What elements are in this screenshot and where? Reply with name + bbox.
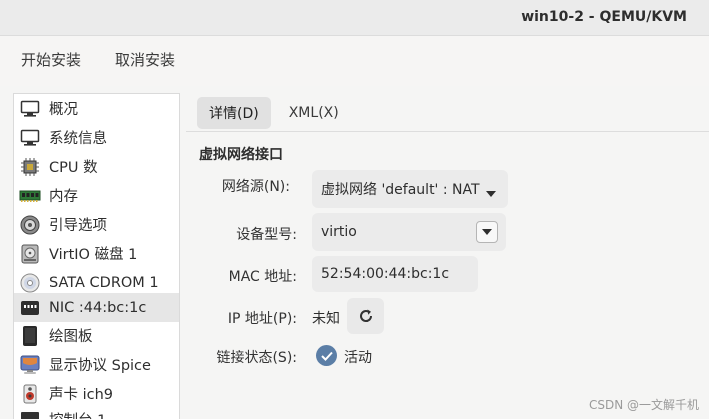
watermark-text: CSDN @一文解千机 [588, 398, 699, 412]
console-icon [19, 409, 41, 419]
tab-xml[interactable]: XML(X) [277, 97, 351, 129]
device-model-dropdown-button[interactable] [476, 221, 498, 243]
refresh-ip-button[interactable] [347, 298, 384, 334]
sidebar-item-tablet[interactable]: 绘图板 [14, 321, 179, 350]
checkmark-icon [320, 351, 333, 361]
sidebar-item-label: VirtIO 磁盘 1 [49, 247, 138, 263]
dropdown-arrow-icon [486, 185, 496, 201]
window-title: win10-2 - QEMU/KVM [521, 9, 687, 25]
network-card-icon [19, 297, 41, 319]
sidebar-item-label: 控制台 1 [49, 409, 106, 419]
memory-module-icon [19, 185, 41, 207]
sidebar-item-label: 概况 [49, 102, 78, 118]
display-icon [19, 354, 41, 376]
monitor-info-icon [19, 127, 41, 149]
sidebar-item-label: 声卡 ich9 [49, 387, 114, 403]
device-model-value: virtio [321, 224, 357, 240]
network-source-label: 网络源(N): [221, 179, 290, 195]
sidebar-item-label: 绘图板 [49, 329, 93, 345]
speaker-icon [19, 383, 41, 405]
section-title: 虚拟网络接口 [199, 147, 283, 163]
device-model-label: 设备型号: [236, 227, 297, 243]
sidebar-item-cpu[interactable]: CPU 数 [14, 152, 179, 181]
sidebar-item-label: NIC :44:bc:1c [49, 299, 147, 316]
link-state-value: 活动 [344, 350, 372, 366]
sidebar-item-label: 引导选项 [49, 218, 107, 234]
sidebar-item-virtio-disk[interactable]: VirtIO 磁盘 1 [14, 239, 179, 268]
sidebar-item-label: 内存 [49, 189, 78, 205]
sidebar-item-overview[interactable]: 概况 [14, 94, 179, 123]
ip-address-label: IP 地址(P): [227, 311, 297, 327]
network-source-value: 虚拟网络 'default' : NAT [321, 182, 480, 198]
sidebar-item-sound-ich9[interactable]: 声卡 ich9 [14, 379, 179, 408]
disk-icon [19, 243, 41, 265]
dropdown-arrow-icon [482, 229, 492, 235]
hardware-list: 概况 系统信息 CPU 数 内存 引导选项 VirtIO 磁盘 1 SATA C… [13, 93, 180, 419]
sidebar-item-console[interactable]: 控制台 1 [14, 405, 179, 419]
sidebar-item-nic[interactable]: NIC :44:bc:1c [14, 293, 179, 322]
monitor-icon [19, 98, 41, 120]
sidebar-item-system-info[interactable]: 系统信息 [14, 123, 179, 152]
sidebar-item-label: SATA CDROM 1 [49, 274, 159, 291]
sidebar-item-label: CPU 数 [49, 160, 98, 176]
sidebar-item-label: 显示协议 Spice [49, 358, 151, 374]
sidebar-item-display-spice[interactable]: 显示协议 Spice [14, 350, 179, 379]
toolbar: 开始安装 取消安装 [0, 36, 709, 86]
sidebar-item-memory[interactable]: 内存 [14, 181, 179, 210]
sidebar-item-boot-options[interactable]: 引导选项 [14, 210, 179, 239]
mac-address-field[interactable]: 52:54:00:44:bc:1c [312, 256, 478, 292]
link-state-checkbox[interactable] [316, 345, 337, 366]
network-source-dropdown[interactable]: 虚拟网络 'default' : NAT [312, 170, 508, 208]
tab-divider [186, 131, 709, 132]
boot-gear-icon [19, 214, 41, 236]
cdrom-icon [19, 272, 41, 294]
tab-details[interactable]: 详情(D) [197, 97, 271, 129]
title-bar: win10-2 - QEMU/KVM [0, 0, 709, 36]
mac-address-value: 52:54:00:44:bc:1c [321, 266, 450, 282]
tab-bar: 详情(D) XML(X) [197, 97, 351, 129]
link-state-label: 链接状态(S): [216, 350, 297, 366]
mac-address-label: MAC 地址: [228, 269, 297, 285]
sidebar-item-label: 系统信息 [49, 131, 107, 147]
cancel-install-button[interactable]: 取消安装 [115, 49, 175, 70]
refresh-icon [358, 308, 374, 324]
tablet-icon [19, 325, 41, 347]
cpu-chip-icon [19, 156, 41, 178]
begin-install-button[interactable]: 开始安装 [21, 49, 81, 70]
ip-address-value: 未知 [312, 311, 340, 327]
